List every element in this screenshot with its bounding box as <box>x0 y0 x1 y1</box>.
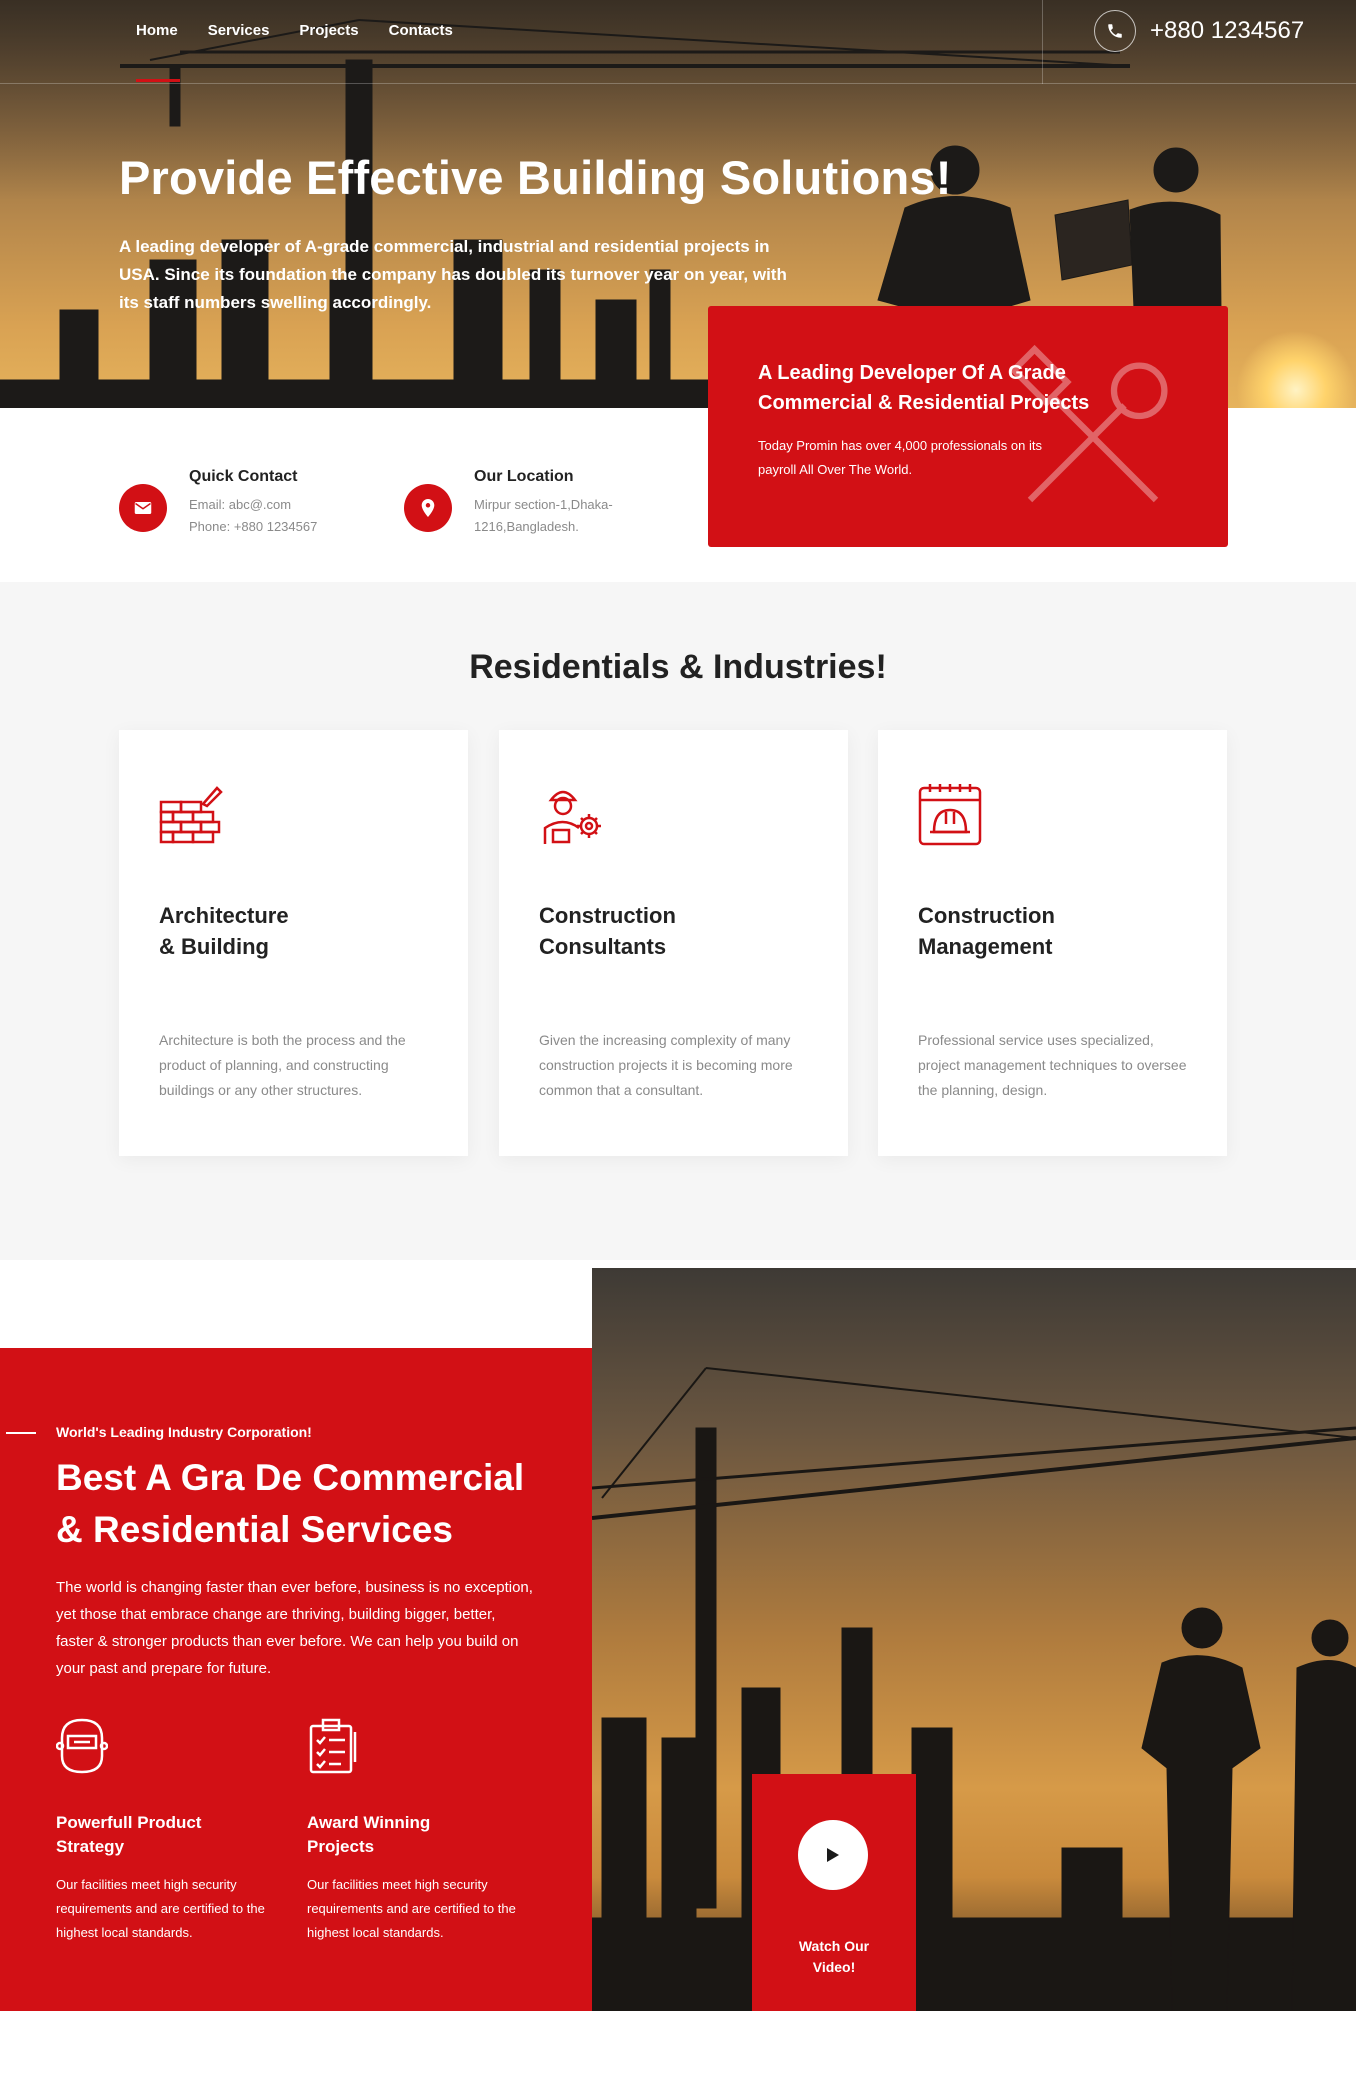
hero-title: Provide Effective Building Solutions! <box>119 151 952 204</box>
feature-title-line-2: Projects <box>307 1837 375 1856</box>
watch-video-line-1: Watch Our <box>798 1938 870 1954</box>
calendar-helmet-icon <box>918 784 982 846</box>
phone-icon <box>1094 10 1136 52</box>
hero-lead-text: A leading developer of A-grade commercia… <box>119 237 787 312</box>
location-pin-icon <box>404 484 452 532</box>
quick-contact-phone[interactable]: Phone: +880 1234567 <box>189 516 317 538</box>
tagline-line <box>6 1432 36 1434</box>
feature-text: Our facilities meet high security requir… <box>307 1877 516 1940</box>
service-title-line-2: Management <box>918 934 1053 959</box>
services-heading: Residentials & Industries! <box>469 648 887 686</box>
nav-divider <box>1042 0 1043 84</box>
service-card-title: Construction Management <box>918 900 1178 962</box>
feature-title: Award Winning Projects <box>307 1811 537 1859</box>
location-block: Our Location Mirpur section-1,Dhaka- 121… <box>404 468 613 538</box>
quick-contact-block: Quick Contact Email: abc@.com Phone: +88… <box>119 468 317 538</box>
about-heading-line-2: & Residential Services <box>56 1509 453 1550</box>
nav-services-link[interactable]: Services <box>208 22 270 39</box>
highlight-title: A Leading Developer Of A Grade Commercia… <box>758 362 1090 414</box>
service-card-text: Professional service uses specialized, p… <box>918 1032 1187 1098</box>
welding-mask-icon <box>55 1718 109 1774</box>
service-title-line-1: Construction <box>539 903 676 928</box>
nav-home-link[interactable]: Home <box>136 22 178 39</box>
location-line-1: Mirpur section-1,Dhaka- <box>474 497 613 512</box>
service-card[interactable]: Construction Management Professional serv… <box>878 730 1227 1156</box>
feature-title-line-1: Award Winning <box>307 1813 431 1832</box>
video-box: Watch Our Video! <box>752 1774 916 2011</box>
brick-wall-icon <box>159 786 223 844</box>
quick-contact-title: Quick Contact <box>189 468 298 485</box>
about-construction-image <box>592 1268 1356 2011</box>
feature-title: Powerfull Product Strategy <box>56 1811 286 1859</box>
service-card-text: Given the increasing complexity of many … <box>539 1032 793 1098</box>
service-card[interactable]: Construction Consultants Given the increa… <box>499 730 848 1156</box>
service-card-title: Construction Consultants <box>539 900 799 962</box>
about-body-text: The world is changing faster than ever b… <box>56 1579 533 1677</box>
feature-item: Powerfull Product Strategy Our facilities… <box>55 1718 286 1945</box>
top-navigation: Home Services Projects Contacts +880 123… <box>0 0 1356 84</box>
about-heading: Best A Gra De Commercial & Residential Se… <box>56 1452 556 1556</box>
service-card[interactable]: Architecture & Building Architecture is b… <box>119 730 468 1156</box>
header-phone-number: +880 1234567 <box>1150 17 1305 44</box>
service-title-line-1: Construction <box>918 903 1055 928</box>
quick-contact-email[interactable]: Email: abc@.com <box>189 494 317 516</box>
nav-projects-link[interactable]: Projects <box>299 22 358 39</box>
play-video-button[interactable] <box>798 1820 868 1890</box>
watch-video-label[interactable]: Watch Our Video! <box>752 1936 916 1978</box>
mail-icon <box>119 484 167 532</box>
location-title: Our Location <box>474 468 574 485</box>
feature-text: Our facilities meet high security requir… <box>56 1877 265 1940</box>
feature-item: Award Winning Projects Our facilities mee… <box>307 1718 537 1945</box>
service-card-text: Architecture is both the process and the… <box>159 1032 406 1098</box>
highlight-card: A Leading Developer Of A Grade Commercia… <box>708 306 1228 547</box>
highlight-text: Today Promin has over 4,000 professional… <box>758 438 1042 477</box>
services-section: Residentials & Industries! Architecture &… <box>0 582 1356 1260</box>
play-icon <box>827 1848 839 1862</box>
nav-contacts-link[interactable]: Contacts <box>389 22 453 39</box>
location-line-2: 1216,Bangladesh. <box>474 519 579 534</box>
watch-video-line-2: Video! <box>812 1959 856 1975</box>
service-title-line-1: Architecture <box>159 903 289 928</box>
feature-title-line-1: Powerfull Product <box>56 1813 202 1832</box>
clipboard-checklist-icon <box>309 1718 357 1774</box>
about-heading-line-1: Best A Gra De Commercial <box>56 1457 525 1498</box>
engineer-gear-icon <box>543 790 601 844</box>
feature-title-line-2: Strategy <box>56 1837 125 1856</box>
service-title-line-2: Consultants <box>539 934 667 959</box>
service-card-title: Architecture & Building <box>159 900 419 962</box>
about-tagline: World's Leading Industry Corporation! <box>56 1424 312 1440</box>
about-section: World's Leading Industry Corporation! Be… <box>0 1348 592 2011</box>
main-menu: Home Services Projects Contacts <box>136 22 453 39</box>
nav-active-indicator <box>136 79 180 82</box>
service-title-line-2: & Building <box>159 934 269 959</box>
header-phone[interactable]: +880 1234567 <box>1094 10 1304 52</box>
